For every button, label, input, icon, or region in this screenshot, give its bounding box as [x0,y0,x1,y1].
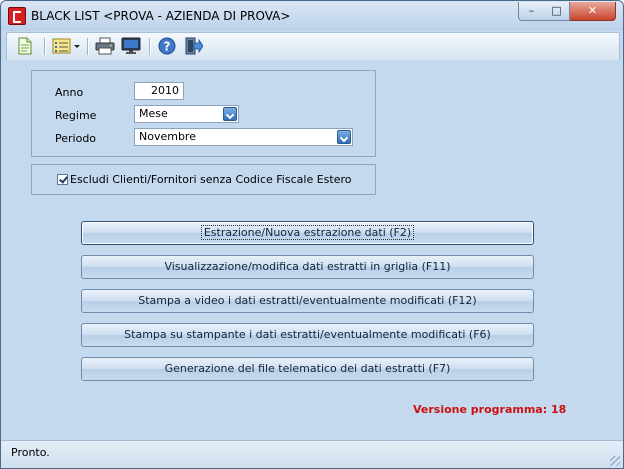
escludi-label[interactable]: Escludi Clienti/Fornitori senza Codice F… [70,173,351,186]
main-window: BLACK LIST <PROVA - AZIENDA DI PROVA> – … [0,0,624,469]
svg-text:?: ? [164,40,171,54]
anno-label: Anno [55,86,84,99]
estrazione-button[interactable]: Estrazione/Nuova estrazione dati (F2) [81,221,534,245]
chevron-down-icon[interactable] [223,107,237,121]
help-icon[interactable]: ? [157,37,177,55]
toolbar-separator [44,38,46,55]
document-icon[interactable] [15,37,35,55]
regime-select[interactable]: Mese [134,105,239,123]
estrazione-button-label: Estrazione/Nuova estrazione dati (F2) [200,225,415,240]
status-bar: Pronto. [1,440,623,468]
periodo-select[interactable]: Novembre [134,128,353,146]
status-text: Pronto. [11,446,50,459]
close-button[interactable]: ✕ [570,2,616,21]
title-bar[interactable]: BLACK LIST <PROVA - AZIENDA DI PROVA> – … [1,1,623,31]
generazione-file-button[interactable]: Generazione del file telematico dei dati… [81,357,534,381]
main-panel: Anno 2010 Regime Mese Periodo Novembre E… [1,60,623,440]
list-dropdown-icon[interactable] [52,37,82,55]
version-label: Versione programma: 18 [413,403,567,416]
stampa-stampante-button[interactable]: Stampa su stampante i dati estratti/even… [81,323,534,347]
window-title: BLACK LIST <PROVA - AZIENDA DI PROVA> [31,9,291,23]
exit-icon[interactable] [183,37,204,55]
anno-input[interactable]: 2010 [134,82,184,100]
resize-grip-icon[interactable] [610,456,620,466]
minimize-button[interactable]: – [518,2,545,21]
toolbar-separator [87,38,89,55]
regime-value: Mese [139,107,168,120]
printer-icon[interactable] [95,37,115,55]
stampa-video-button[interactable]: Stampa a video i dati estratti/eventualm… [81,289,534,313]
toolbar-separator [149,38,151,55]
regime-label: Regime [55,109,97,122]
visualizzazione-button[interactable]: Visualizzazione/modifica dati estratti i… [81,255,534,279]
app-icon[interactable] [8,7,26,25]
monitor-icon[interactable] [121,37,141,55]
periodo-label: Periodo [55,132,97,145]
maximize-button[interactable]: □ [544,2,570,21]
escludi-checkbox[interactable] [57,174,68,185]
options-group: Escludi Clienti/Fornitori senza Codice F… [31,164,376,195]
selection-group: Anno 2010 Regime Mese Periodo Novembre [31,70,376,157]
periodo-value: Novembre [139,130,196,143]
chevron-down-icon[interactable] [337,130,351,144]
toolbar: ? [6,32,620,61]
